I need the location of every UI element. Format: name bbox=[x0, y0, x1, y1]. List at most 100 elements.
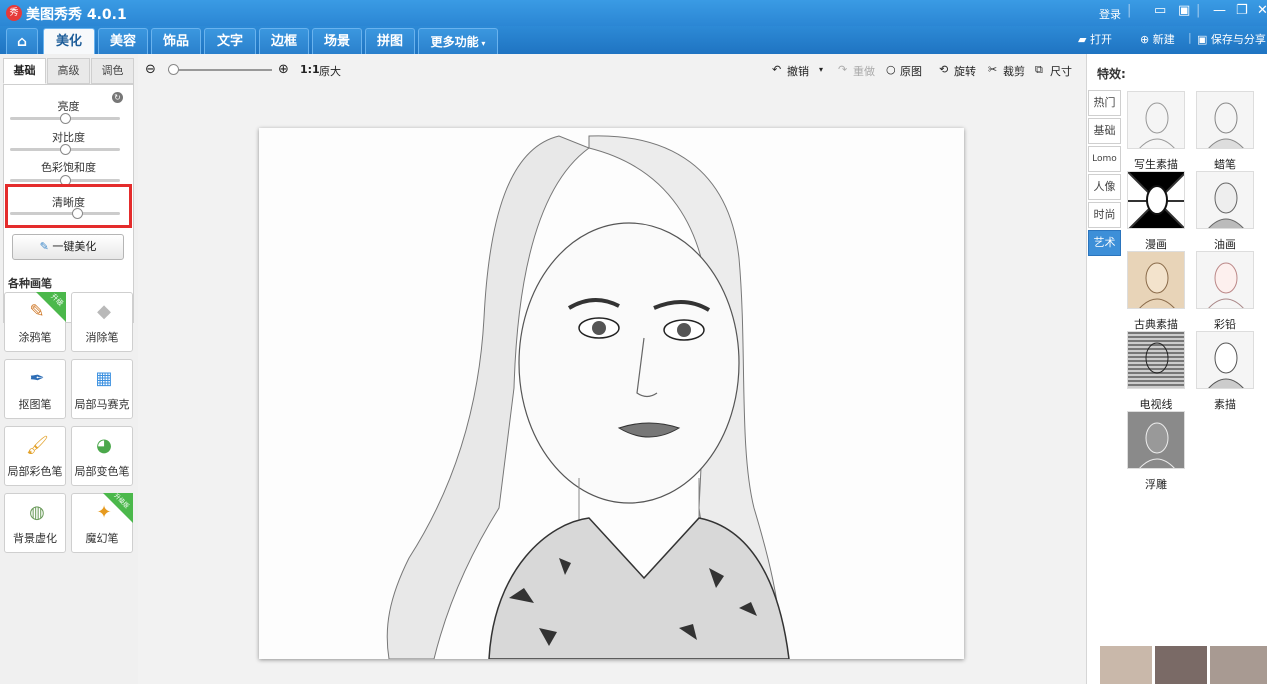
open-button[interactable]: ▰ 打开 bbox=[1078, 31, 1112, 47]
effect-thumb[interactable] bbox=[1127, 331, 1185, 389]
recent-photo-thumb[interactable] bbox=[1155, 646, 1207, 684]
tab-basic[interactable]: 基础 bbox=[3, 58, 46, 84]
doodle-brush-button[interactable]: ✎ 升级 涂鸦笔 bbox=[4, 292, 66, 352]
separator: | bbox=[1127, 3, 1132, 18]
sketch-bw-thumbnail bbox=[1208, 342, 1244, 388]
tab-frame[interactable]: 边框 bbox=[259, 28, 309, 54]
oil-painting-thumbnail bbox=[1208, 182, 1244, 228]
tab-advanced[interactable]: 高级 bbox=[47, 58, 90, 84]
brushes-title: 各种画笔 bbox=[8, 277, 52, 290]
eraser-brush-button[interactable]: ◆ 消除笔 bbox=[71, 292, 133, 352]
tab-text[interactable]: 文字 bbox=[204, 28, 256, 54]
brightness-slider[interactable] bbox=[10, 113, 120, 124]
recent-photo-thumb[interactable] bbox=[1100, 646, 1152, 684]
left-panel: 基础 高级 调色 ↻ 亮度 对比度 色彩饱和度 清晰度 ✎ 一键美化 各种画笔 … bbox=[0, 54, 138, 684]
eraser-icon: ◆ bbox=[97, 301, 111, 322]
tab-collage[interactable]: 拼图 bbox=[365, 28, 415, 54]
main-nav: ⌂ 美化 美容 饰品 文字 边框 场景 拼图 更多功能 ▾ ▰ 打开 ⊕ 新建 … bbox=[0, 26, 1267, 54]
zoom-in-icon[interactable]: ⊕ bbox=[278, 62, 289, 77]
effect-label: 彩铅 bbox=[1214, 318, 1236, 331]
category-hot[interactable]: 热门 bbox=[1088, 90, 1121, 116]
redo-button: 重做 bbox=[853, 65, 875, 78]
undo-dropdown-icon[interactable]: ▾ bbox=[819, 65, 823, 74]
effect-thumb[interactable] bbox=[1127, 411, 1185, 469]
crop-button[interactable]: 裁剪 bbox=[1003, 63, 1025, 79]
effect-thumb[interactable] bbox=[1196, 91, 1254, 149]
original-icon[interactable]: ○ bbox=[886, 63, 896, 76]
contrast-knob[interactable] bbox=[59, 144, 71, 155]
effect-thumb[interactable] bbox=[1196, 331, 1254, 389]
login-link[interactable]: 登录 bbox=[1099, 6, 1121, 22]
effect-thumb[interactable] bbox=[1196, 171, 1254, 229]
effect-label: 素描 bbox=[1214, 398, 1236, 411]
scissors-icon[interactable]: ✂ bbox=[988, 63, 997, 76]
ratio-button[interactable]: 1:1 bbox=[300, 63, 320, 76]
color-pencil-thumbnail bbox=[1208, 262, 1244, 308]
local-change-brush-button[interactable]: ◕ 局部变色笔 bbox=[71, 426, 133, 486]
cutout-brush-button[interactable]: ✒ 抠图笔 bbox=[4, 359, 66, 419]
effect-thumb[interactable] bbox=[1196, 251, 1254, 309]
mosaic-brush-button[interactable]: ▦ 局部马赛克 bbox=[71, 359, 133, 419]
separator: | bbox=[1188, 31, 1192, 44]
tv-lines-thumbnail bbox=[1145, 342, 1169, 374]
effect-label: 写生素描 bbox=[1134, 158, 1178, 171]
tab-beauty[interactable]: 美容 bbox=[98, 28, 148, 54]
sharpness-slider[interactable] bbox=[10, 208, 120, 219]
skin-icon[interactable]: ▣ bbox=[1178, 3, 1190, 18]
original-button[interactable]: 原图 bbox=[900, 63, 922, 79]
undo-button[interactable]: 撤销 bbox=[787, 63, 809, 79]
tab-scene[interactable]: 场景 bbox=[312, 28, 362, 54]
home-tab-icon[interactable]: ⌂ bbox=[6, 28, 38, 54]
magic-brush-button[interactable]: ✦ 升级版 魔幻笔 bbox=[71, 492, 133, 553]
effects-title: 特效: bbox=[1097, 67, 1126, 81]
tab-beautify[interactable]: 美化 bbox=[43, 28, 95, 54]
size-button[interactable]: 尺寸 bbox=[1050, 63, 1072, 79]
zoom-out-icon[interactable]: ⊖ bbox=[145, 62, 156, 77]
brightness-knob[interactable] bbox=[59, 113, 71, 124]
zoom-knob[interactable] bbox=[168, 64, 179, 75]
contrast-slider[interactable] bbox=[10, 144, 120, 155]
tab-color[interactable]: 调色 bbox=[91, 58, 134, 84]
tab-more-label: 更多功能 bbox=[430, 35, 479, 49]
recent-photo-thumb[interactable] bbox=[1210, 646, 1267, 684]
resize-icon[interactable]: ⧉ bbox=[1035, 63, 1043, 77]
minimize-icon[interactable]: — bbox=[1213, 3, 1226, 18]
rotate-button[interactable]: 旋转 bbox=[954, 63, 976, 79]
rotate-icon[interactable]: ⟲ bbox=[939, 63, 948, 76]
original-size-button[interactable]: 原大 bbox=[319, 63, 341, 79]
blur-background-button[interactable]: ◍ 背景虚化 bbox=[4, 493, 66, 553]
new-button[interactable]: ⊕ 新建 bbox=[1140, 31, 1175, 47]
category-portrait[interactable]: 人像 bbox=[1088, 174, 1121, 200]
effect-label: 漫画 bbox=[1145, 238, 1167, 251]
category-basic[interactable]: 基础 bbox=[1088, 118, 1121, 144]
one-key-beautify-button[interactable]: ✎ 一键美化 bbox=[12, 234, 124, 260]
undo-icon[interactable]: ↶ bbox=[772, 63, 781, 76]
magic-icon: ✎ bbox=[39, 240, 53, 253]
zoom-slider[interactable] bbox=[168, 64, 272, 75]
effect-thumb[interactable] bbox=[1127, 251, 1185, 309]
contrast-label: 对比度 bbox=[52, 131, 85, 144]
mosaic-brush-label: 局部马赛克 bbox=[74, 398, 130, 411]
effect-thumb[interactable] bbox=[1127, 171, 1185, 229]
category-fashion[interactable]: 时尚 bbox=[1088, 202, 1121, 228]
category-art[interactable]: 艺术 bbox=[1088, 230, 1121, 256]
effect-label: 电视线 bbox=[1139, 398, 1173, 411]
feedback-icon[interactable]: ▭ bbox=[1154, 3, 1166, 18]
effect-thumb[interactable] bbox=[1127, 91, 1185, 149]
maximize-icon[interactable]: ❐ bbox=[1236, 3, 1248, 18]
app-title: 美图秀秀 4.0.1 bbox=[26, 7, 127, 23]
local-color-brush-button[interactable]: 🖌 局部彩色笔 bbox=[4, 426, 66, 486]
tab-accessories[interactable]: 饰品 bbox=[151, 28, 201, 54]
canvas-toolbar: ⊖ ⊕ 1:1 原大 ↶ 撤销 ▾ ↷ 重做 ○ 原图 ⟲ 旋转 ✂ 裁剪 ⧉ … bbox=[138, 54, 1086, 88]
one-key-label: 一键美化 bbox=[52, 240, 97, 253]
close-icon[interactable]: ✕ bbox=[1257, 3, 1267, 18]
save-share-button[interactable]: ▣ 保存与分享 bbox=[1197, 31, 1266, 47]
effect-label: 浮雕 bbox=[1145, 478, 1167, 491]
app-logo-icon: 秀 bbox=[6, 5, 22, 21]
photo-canvas[interactable] bbox=[259, 128, 964, 659]
saturation-slider[interactable] bbox=[10, 175, 120, 186]
tab-more[interactable]: 更多功能 ▾ bbox=[418, 28, 498, 54]
classic-sketch-thumbnail bbox=[1139, 262, 1175, 308]
category-lomo[interactable]: Lomo bbox=[1088, 146, 1121, 172]
pencil-sketch-portrait bbox=[259, 128, 964, 659]
